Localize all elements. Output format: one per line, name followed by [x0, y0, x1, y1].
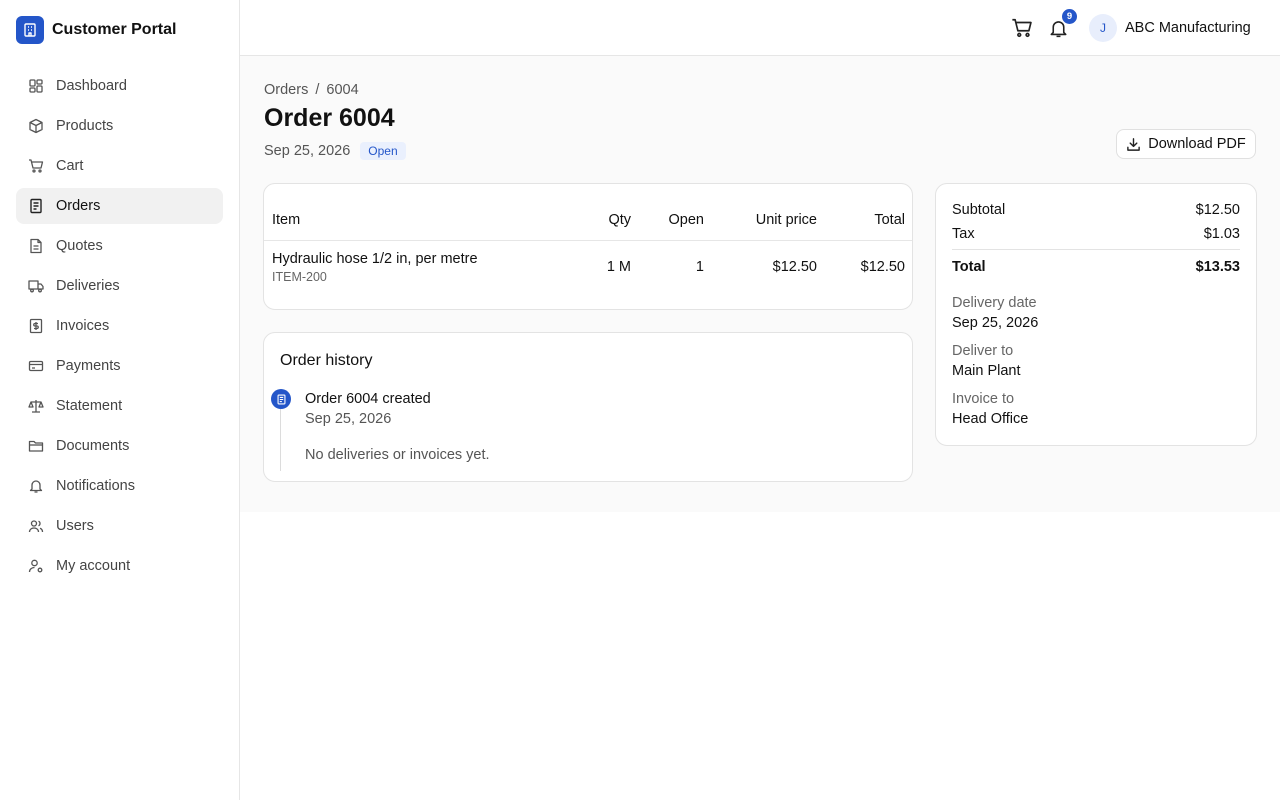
deliver-to-value: Main Plant: [952, 363, 1021, 379]
total-row: Total $13.53: [952, 259, 1240, 275]
history-event-date: Sep 25, 2026: [305, 411, 392, 427]
sidebar-item-label: Payments: [56, 358, 121, 374]
sidebar-item-payments[interactable]: Payments: [16, 348, 223, 384]
sidebar-item-orders[interactable]: Orders: [16, 188, 223, 224]
order-meta: Sep 25, 2026 Open: [264, 142, 406, 160]
truck-icon: [28, 278, 44, 294]
sidebar-item-my-account[interactable]: My account: [16, 548, 223, 584]
timeline-line: [280, 409, 281, 471]
sidebar-nav: Dashboard Products Cart Orders Quotes De…: [16, 68, 223, 588]
sidebar-item-label: Products: [56, 118, 114, 134]
download-pdf-button[interactable]: Download PDF: [1116, 129, 1256, 159]
col-header-item: Item: [272, 212, 301, 228]
table-divider: [264, 240, 912, 241]
credit-card-icon: [28, 358, 44, 374]
col-header-unit-price: Unit price: [755, 212, 817, 228]
notification-badge: 9: [1062, 9, 1077, 24]
document-icon: [28, 198, 44, 214]
download-pdf-label: Download PDF: [1148, 136, 1246, 152]
sidebar-item-label: Invoices: [56, 318, 110, 334]
item-qty: 1 M: [606, 259, 631, 275]
users-icon: [28, 518, 44, 534]
tax-label: Tax: [952, 226, 975, 242]
sidebar-item-cart[interactable]: Cart: [16, 148, 223, 184]
brand[interactable]: Customer Portal: [16, 16, 176, 44]
sidebar-item-notifications[interactable]: Notifications: [16, 468, 223, 504]
scale-icon: [28, 398, 44, 414]
folder-icon: [28, 438, 44, 454]
item-name: Hydraulic hose 1/2 in, per metre: [272, 251, 478, 267]
history-event-title: Order 6004 created: [305, 391, 431, 407]
grid-icon: [28, 78, 44, 94]
invoice-to-value: Head Office: [952, 411, 1029, 427]
main-content: Orders / 6004 Order 6004 Sep 25, 2026 Op…: [240, 56, 1280, 512]
delivery-date-label: Delivery date: [952, 295, 1037, 311]
breadcrumb-current: 6004: [326, 82, 359, 98]
summary-divider: [952, 249, 1240, 250]
item-total: $12.50: [860, 259, 905, 275]
brand-name: Customer Portal: [52, 21, 177, 38]
item-unit-price: $12.50: [772, 259, 817, 275]
breadcrumb-separator: /: [315, 82, 320, 98]
avatar: J: [1089, 14, 1117, 42]
sidebar-item-documents[interactable]: Documents: [16, 428, 223, 464]
subtotal-row: Subtotal $12.50: [952, 202, 1240, 218]
order-created-icon: [271, 389, 291, 409]
sidebar-item-label: Statement: [56, 398, 123, 414]
sidebar-item-invoices[interactable]: Invoices: [16, 308, 223, 344]
sidebar-item-statement[interactable]: Statement: [16, 388, 223, 424]
status-badge: Open: [360, 142, 406, 160]
deliver-to-label: Deliver to: [952, 343, 1014, 359]
sidebar-item-deliveries[interactable]: Deliveries: [16, 268, 223, 304]
total-label: Total: [952, 259, 986, 275]
cart-icon[interactable]: [1010, 16, 1034, 40]
delivery-date-value: Sep 25, 2026: [952, 315, 1039, 331]
cart-icon: [28, 158, 44, 174]
col-header-open: Open: [668, 212, 704, 228]
dollar-file-icon: [28, 318, 44, 334]
sidebar-item-label: Users: [56, 518, 94, 534]
breadcrumb: Orders / 6004: [264, 82, 359, 98]
sidebar: Customer Portal Dashboard Products Cart …: [0, 0, 240, 800]
invoice-to-label: Invoice to: [952, 391, 1015, 407]
tax-value: $1.03: [1203, 226, 1240, 242]
col-header-qty: Qty: [608, 212, 631, 228]
box-icon: [28, 118, 44, 134]
sidebar-item-quotes[interactable]: Quotes: [16, 228, 223, 264]
history-title: Order history: [280, 352, 373, 369]
history-empty-text: No deliveries or invoices yet.: [305, 447, 490, 463]
subtotal-label: Subtotal: [952, 202, 1006, 218]
sidebar-item-products[interactable]: Products: [16, 108, 223, 144]
sidebar-item-label: Cart: [56, 158, 84, 174]
user-cog-icon: [28, 558, 44, 574]
page-title: Order 6004: [264, 104, 395, 132]
sidebar-item-label: Deliveries: [56, 278, 120, 294]
sidebar-item-label: My account: [56, 558, 131, 574]
tax-row: Tax $1.03: [952, 226, 1240, 242]
sidebar-item-label: Documents: [56, 438, 130, 454]
breadcrumb-orders-link[interactable]: Orders: [264, 82, 308, 98]
col-header-total: Total: [874, 212, 905, 228]
bell-icon: [28, 478, 44, 494]
order-summary-card: Subtotal $12.50 Tax $1.03 Total $13.53 D…: [935, 183, 1257, 446]
user-name: ABC Manufacturing: [1125, 20, 1251, 36]
total-value: $13.53: [1195, 259, 1240, 275]
file-icon: [28, 238, 44, 254]
download-icon: [1127, 137, 1141, 151]
item-sku: ITEM-200: [272, 270, 327, 284]
sidebar-item-dashboard[interactable]: Dashboard: [16, 68, 223, 104]
subtotal-value: $12.50: [1195, 202, 1240, 218]
building-icon: [16, 16, 44, 44]
sidebar-item-users[interactable]: Users: [16, 508, 223, 544]
order-items-card: Item Qty Open Unit price Total Hydraulic…: [263, 183, 913, 310]
order-date: Sep 25, 2026: [264, 143, 351, 159]
sidebar-item-label: Notifications: [56, 478, 135, 494]
sidebar-item-label: Dashboard: [56, 78, 127, 94]
sidebar-item-label: Orders: [56, 198, 101, 214]
order-history-card: Order history Order 6004 created Sep 25,…: [263, 332, 913, 482]
user-menu[interactable]: J ABC Manufacturing: [1089, 14, 1251, 42]
sidebar-item-label: Quotes: [56, 238, 103, 254]
item-open: 1: [695, 259, 704, 275]
